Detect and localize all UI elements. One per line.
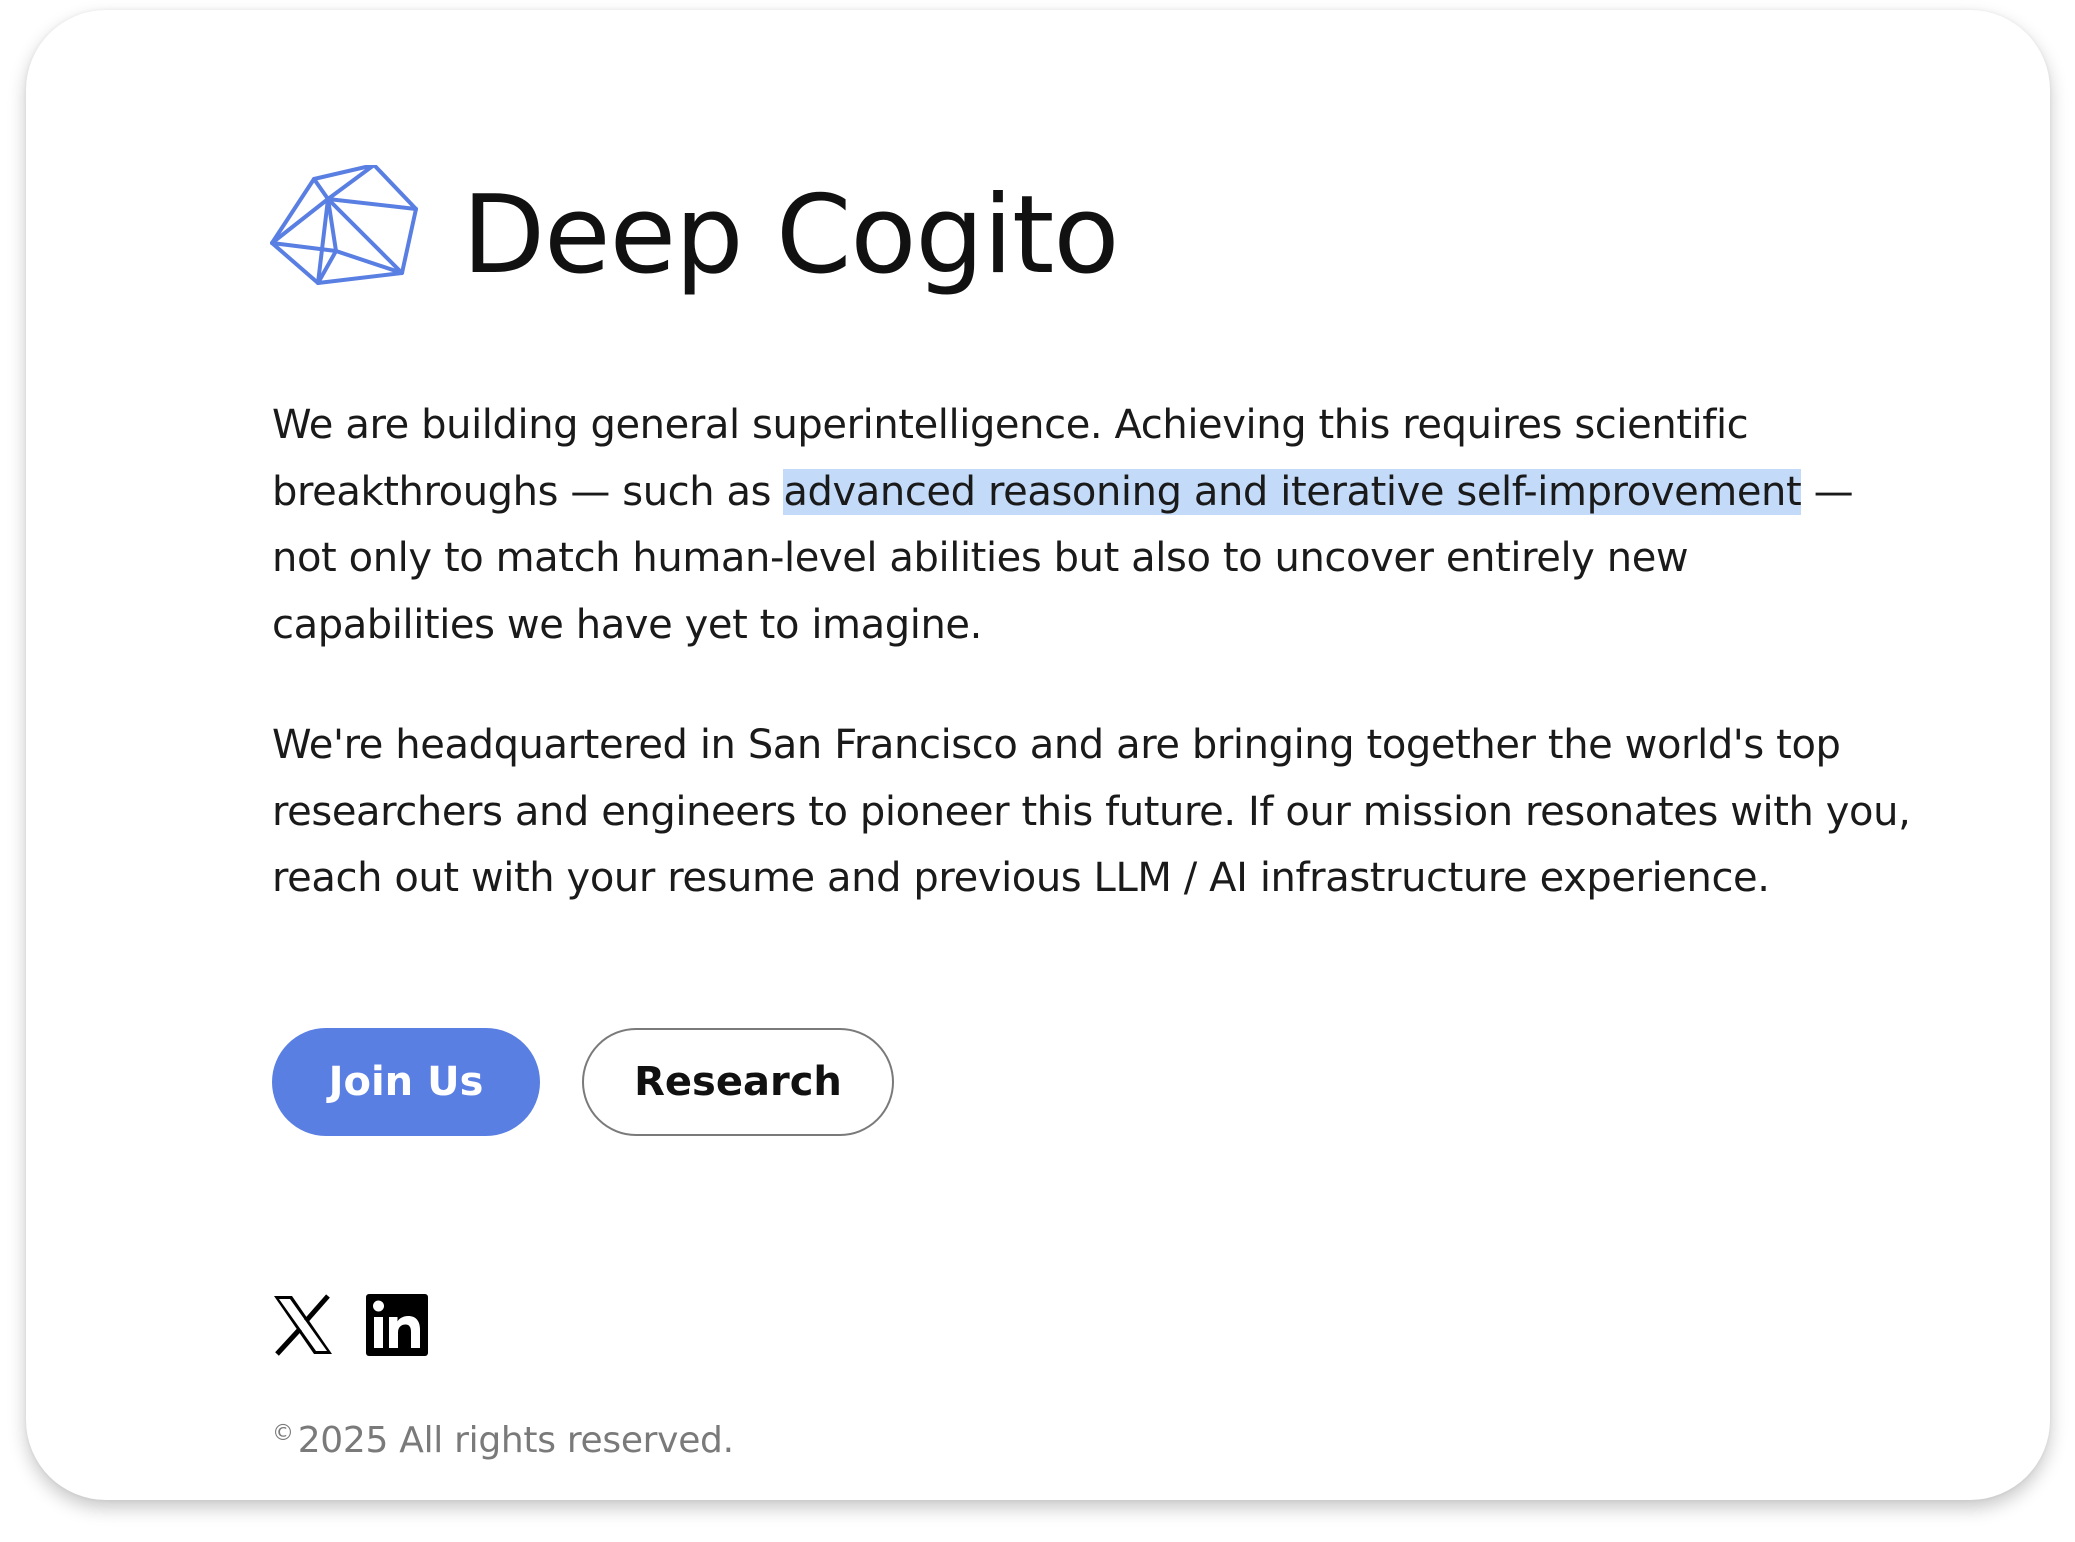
copyright-text: 2025 All rights reserved. xyxy=(297,1419,734,1461)
linkedin-icon[interactable] xyxy=(366,1293,428,1356)
selected-text-highlight[interactable]: advanced reasoning and iterative self-im… xyxy=(783,468,1802,515)
page-card: Deep Cogito We are building general supe… xyxy=(26,10,2050,1500)
geodesic-polyhedron-icon xyxy=(270,165,418,285)
action-buttons: Join Us Research xyxy=(272,1027,1912,1136)
main-content: Deep Cogito We are building general supe… xyxy=(270,160,1912,1461)
mission-paragraph: We are building general superintelligenc… xyxy=(272,392,1912,658)
research-button[interactable]: Research xyxy=(582,1027,894,1136)
hiring-paragraph: We're headquartered in San Francisco and… xyxy=(272,722,1911,901)
brand-header: Deep Cogito xyxy=(270,160,1912,320)
social-links xyxy=(272,1293,1912,1356)
join-us-button[interactable]: Join Us xyxy=(272,1027,540,1136)
copyright-notice: © 2025 All rights reserved. xyxy=(272,1420,1912,1461)
brand-name: Deep Cogito xyxy=(462,173,1119,298)
copyright-symbol: © xyxy=(272,1420,294,1446)
x-icon[interactable] xyxy=(272,1293,334,1356)
